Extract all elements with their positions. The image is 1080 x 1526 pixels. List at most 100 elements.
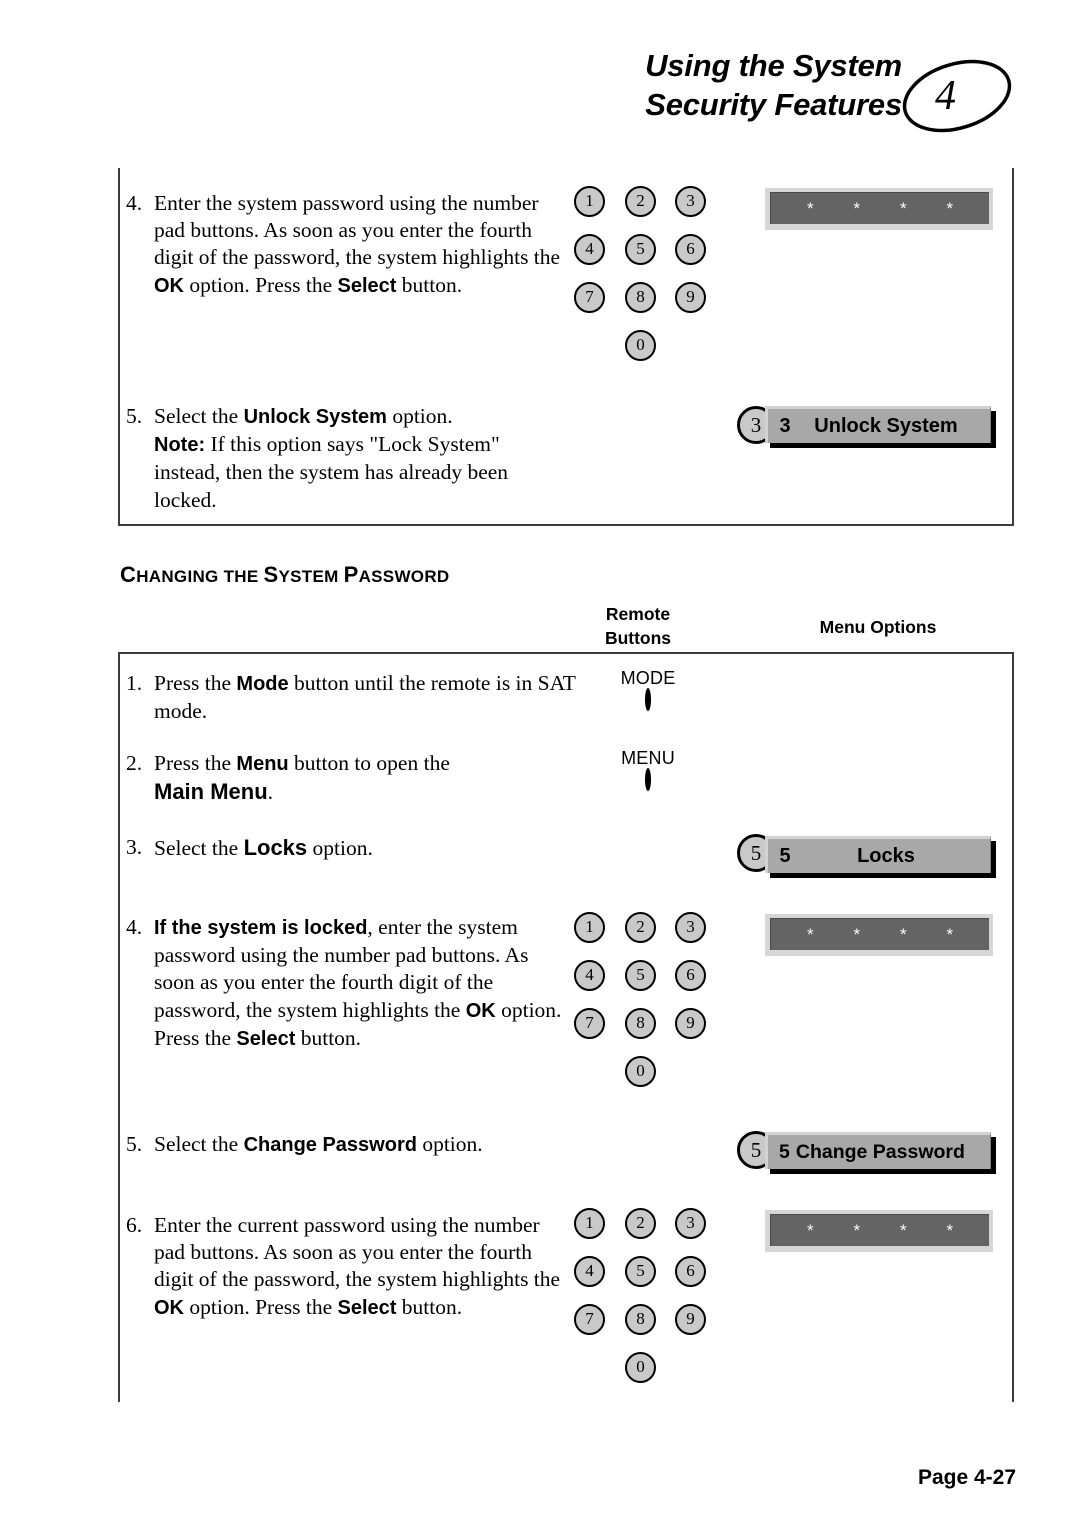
password-mask-char: * [853, 1220, 861, 1240]
step-text: If the system is locked, enter the syste… [154, 914, 566, 1053]
step-text-pre: Press the [154, 671, 237, 695]
step-text-pre: Press the [154, 751, 237, 775]
keypad-row: 4 5 6 [574, 1256, 724, 1304]
menu-option-number: 5 [779, 844, 791, 867]
password-mask-char: * [853, 198, 861, 218]
step-text: Select the Unlock System option. Note: If… [154, 403, 566, 514]
password-masked-inner: * * * * [770, 192, 989, 224]
remote-number-pad: 1 2 3 4 5 6 7 8 9 0 [574, 186, 724, 378]
step-text: Press the Menu button to open the Main M… [154, 750, 594, 806]
remote-button-mode-label: MODE [620, 668, 676, 688]
keypad-row: 4 5 6 [574, 234, 724, 282]
keypad-key-0[interactable]: 0 [625, 1056, 656, 1087]
procedure-box-unlock-system: 4. Enter the system password using the n… [118, 168, 1014, 526]
keypad-key-2[interactable]: 2 [625, 1208, 656, 1239]
remote-button-menu[interactable]: MENU [603, 748, 693, 791]
password-mask-char: * [946, 198, 954, 218]
section-heading-part-1: HANGING THE [136, 567, 264, 586]
step-text-pre: Select the [154, 1132, 244, 1156]
ui-term-unlock-system: Unlock System [243, 406, 387, 428]
keypad-key-1[interactable]: 1 [574, 912, 605, 943]
keypad-key-9[interactable]: 9 [675, 282, 706, 313]
step-text-post: button. [295, 1025, 362, 1050]
keypad-key-4[interactable]: 4 [574, 1256, 605, 1287]
menu-option-locks[interactable]: 5 Locks [765, 836, 991, 873]
keypad-key-6[interactable]: 6 [675, 234, 706, 265]
keypad-row: 7 8 9 [574, 1304, 724, 1352]
column-header-remote-buttons: Remote Buttons [568, 602, 708, 650]
keypad-key-7[interactable]: 7 [574, 282, 605, 313]
menu-option-label: Unlock System [814, 414, 958, 437]
keypad-key-7[interactable]: 7 [574, 1304, 605, 1335]
remote-number-pad: 1 2 3 4 5 6 7 8 9 0 [574, 1208, 724, 1400]
page-title: Using the System Security Features [645, 46, 902, 124]
keypad-key-6[interactable]: 6 [675, 960, 706, 991]
page-title-line-2: Security Features [645, 87, 902, 122]
keypad-key-9[interactable]: 9 [675, 1304, 706, 1335]
keypad-key-0[interactable]: 0 [625, 1352, 656, 1383]
step-text-post: option. [307, 836, 373, 860]
keypad-row: 0 [574, 1056, 724, 1104]
keypad-key-0[interactable]: 0 [625, 330, 656, 361]
keypad-key-2[interactable]: 2 [625, 912, 656, 943]
column-header-menu-options: Menu Options [819, 617, 937, 637]
keypad-key-4[interactable]: 4 [574, 234, 605, 265]
keypad-key-8[interactable]: 8 [625, 1008, 656, 1039]
ui-term-mode: Mode [236, 673, 289, 695]
step-text-mid: option. Press the [184, 272, 338, 297]
step-text-mid: option. Press the [184, 1294, 338, 1319]
column-header-remote-line-2: Buttons [604, 628, 672, 648]
keypad-key-5[interactable]: 5 [625, 1256, 656, 1287]
section-heading-cap-2: S [263, 562, 279, 587]
section-heading-cap-1: C [120, 562, 137, 587]
ui-term-menu: Menu [236, 753, 289, 775]
section-heading-part-2: YSTEM [278, 567, 344, 586]
password-mask-char: * [806, 924, 814, 944]
password-mask-char: * [806, 1220, 814, 1240]
keypad-row: 4 5 6 [574, 960, 724, 1008]
menu-option-unlock-system[interactable]: 3 Unlock System [765, 406, 991, 443]
ui-term-change-password: Change Password [243, 1134, 417, 1156]
keypad-key-3[interactable]: 3 [675, 1208, 706, 1239]
step-text-post: option. [416, 1132, 483, 1156]
keypad-key-3[interactable]: 3 [675, 186, 706, 217]
remote-button-mode[interactable]: MODE [603, 668, 693, 711]
note-label: Note: [154, 434, 206, 457]
password-mask-char: * [806, 198, 814, 218]
keypad-key-5[interactable]: 5 [625, 960, 656, 991]
keypad-key-6[interactable]: 6 [675, 1256, 706, 1287]
keypad-key-8[interactable]: 8 [625, 282, 656, 313]
keypad-key-1[interactable]: 1 [574, 186, 605, 217]
keypad-key-8[interactable]: 8 [625, 1304, 656, 1335]
keypad-row: 1 2 3 [574, 912, 724, 960]
keypad-row: 1 2 3 [574, 1208, 724, 1256]
keypad-key-7[interactable]: 7 [574, 1008, 605, 1039]
keypad-key-4[interactable]: 4 [574, 960, 605, 991]
menu-option-change-password[interactable]: 5 Change Password [765, 1132, 991, 1169]
password-mask-char: * [899, 1220, 907, 1240]
keypad-row: 7 8 9 [574, 1008, 724, 1056]
ui-term-select: Select [337, 1296, 397, 1319]
menu-option-label: Change Password [795, 1140, 965, 1163]
password-mask-char: * [899, 198, 907, 218]
step-text-pre: Select the [154, 836, 244, 860]
keypad-key-1[interactable]: 1 [574, 1208, 605, 1239]
password-mask-char: * [946, 924, 954, 944]
section-heading-cap-3: P [343, 562, 359, 587]
remote-number-pad: 1 2 3 4 5 6 7 8 9 0 [574, 912, 724, 1104]
keypad-row: 7 8 9 [574, 282, 724, 330]
chapter-badge-ellipse-icon [898, 54, 1016, 138]
keypad-key-3[interactable]: 3 [675, 912, 706, 943]
remote-button-menu-label: MENU [621, 748, 675, 768]
section-heading-part-3: ASSWORD [358, 567, 450, 586]
step-text: Select the Change Password option. [154, 1131, 594, 1159]
ui-term-if-system-locked: If the system is locked [154, 917, 368, 939]
step-text: Press the Mode button until the remote i… [154, 670, 594, 725]
keypad-key-2[interactable]: 2 [625, 186, 656, 217]
ui-term-ok: OK [154, 274, 184, 297]
column-header-remote-line-1: Remote [605, 604, 671, 624]
keypad-key-5[interactable]: 5 [625, 234, 656, 265]
keypad-key-9[interactable]: 9 [675, 1008, 706, 1039]
procedure-box-changing-password: 1. Press the Mode button until the remot… [118, 652, 1014, 1402]
step-text-mid: button to open the [288, 751, 450, 775]
